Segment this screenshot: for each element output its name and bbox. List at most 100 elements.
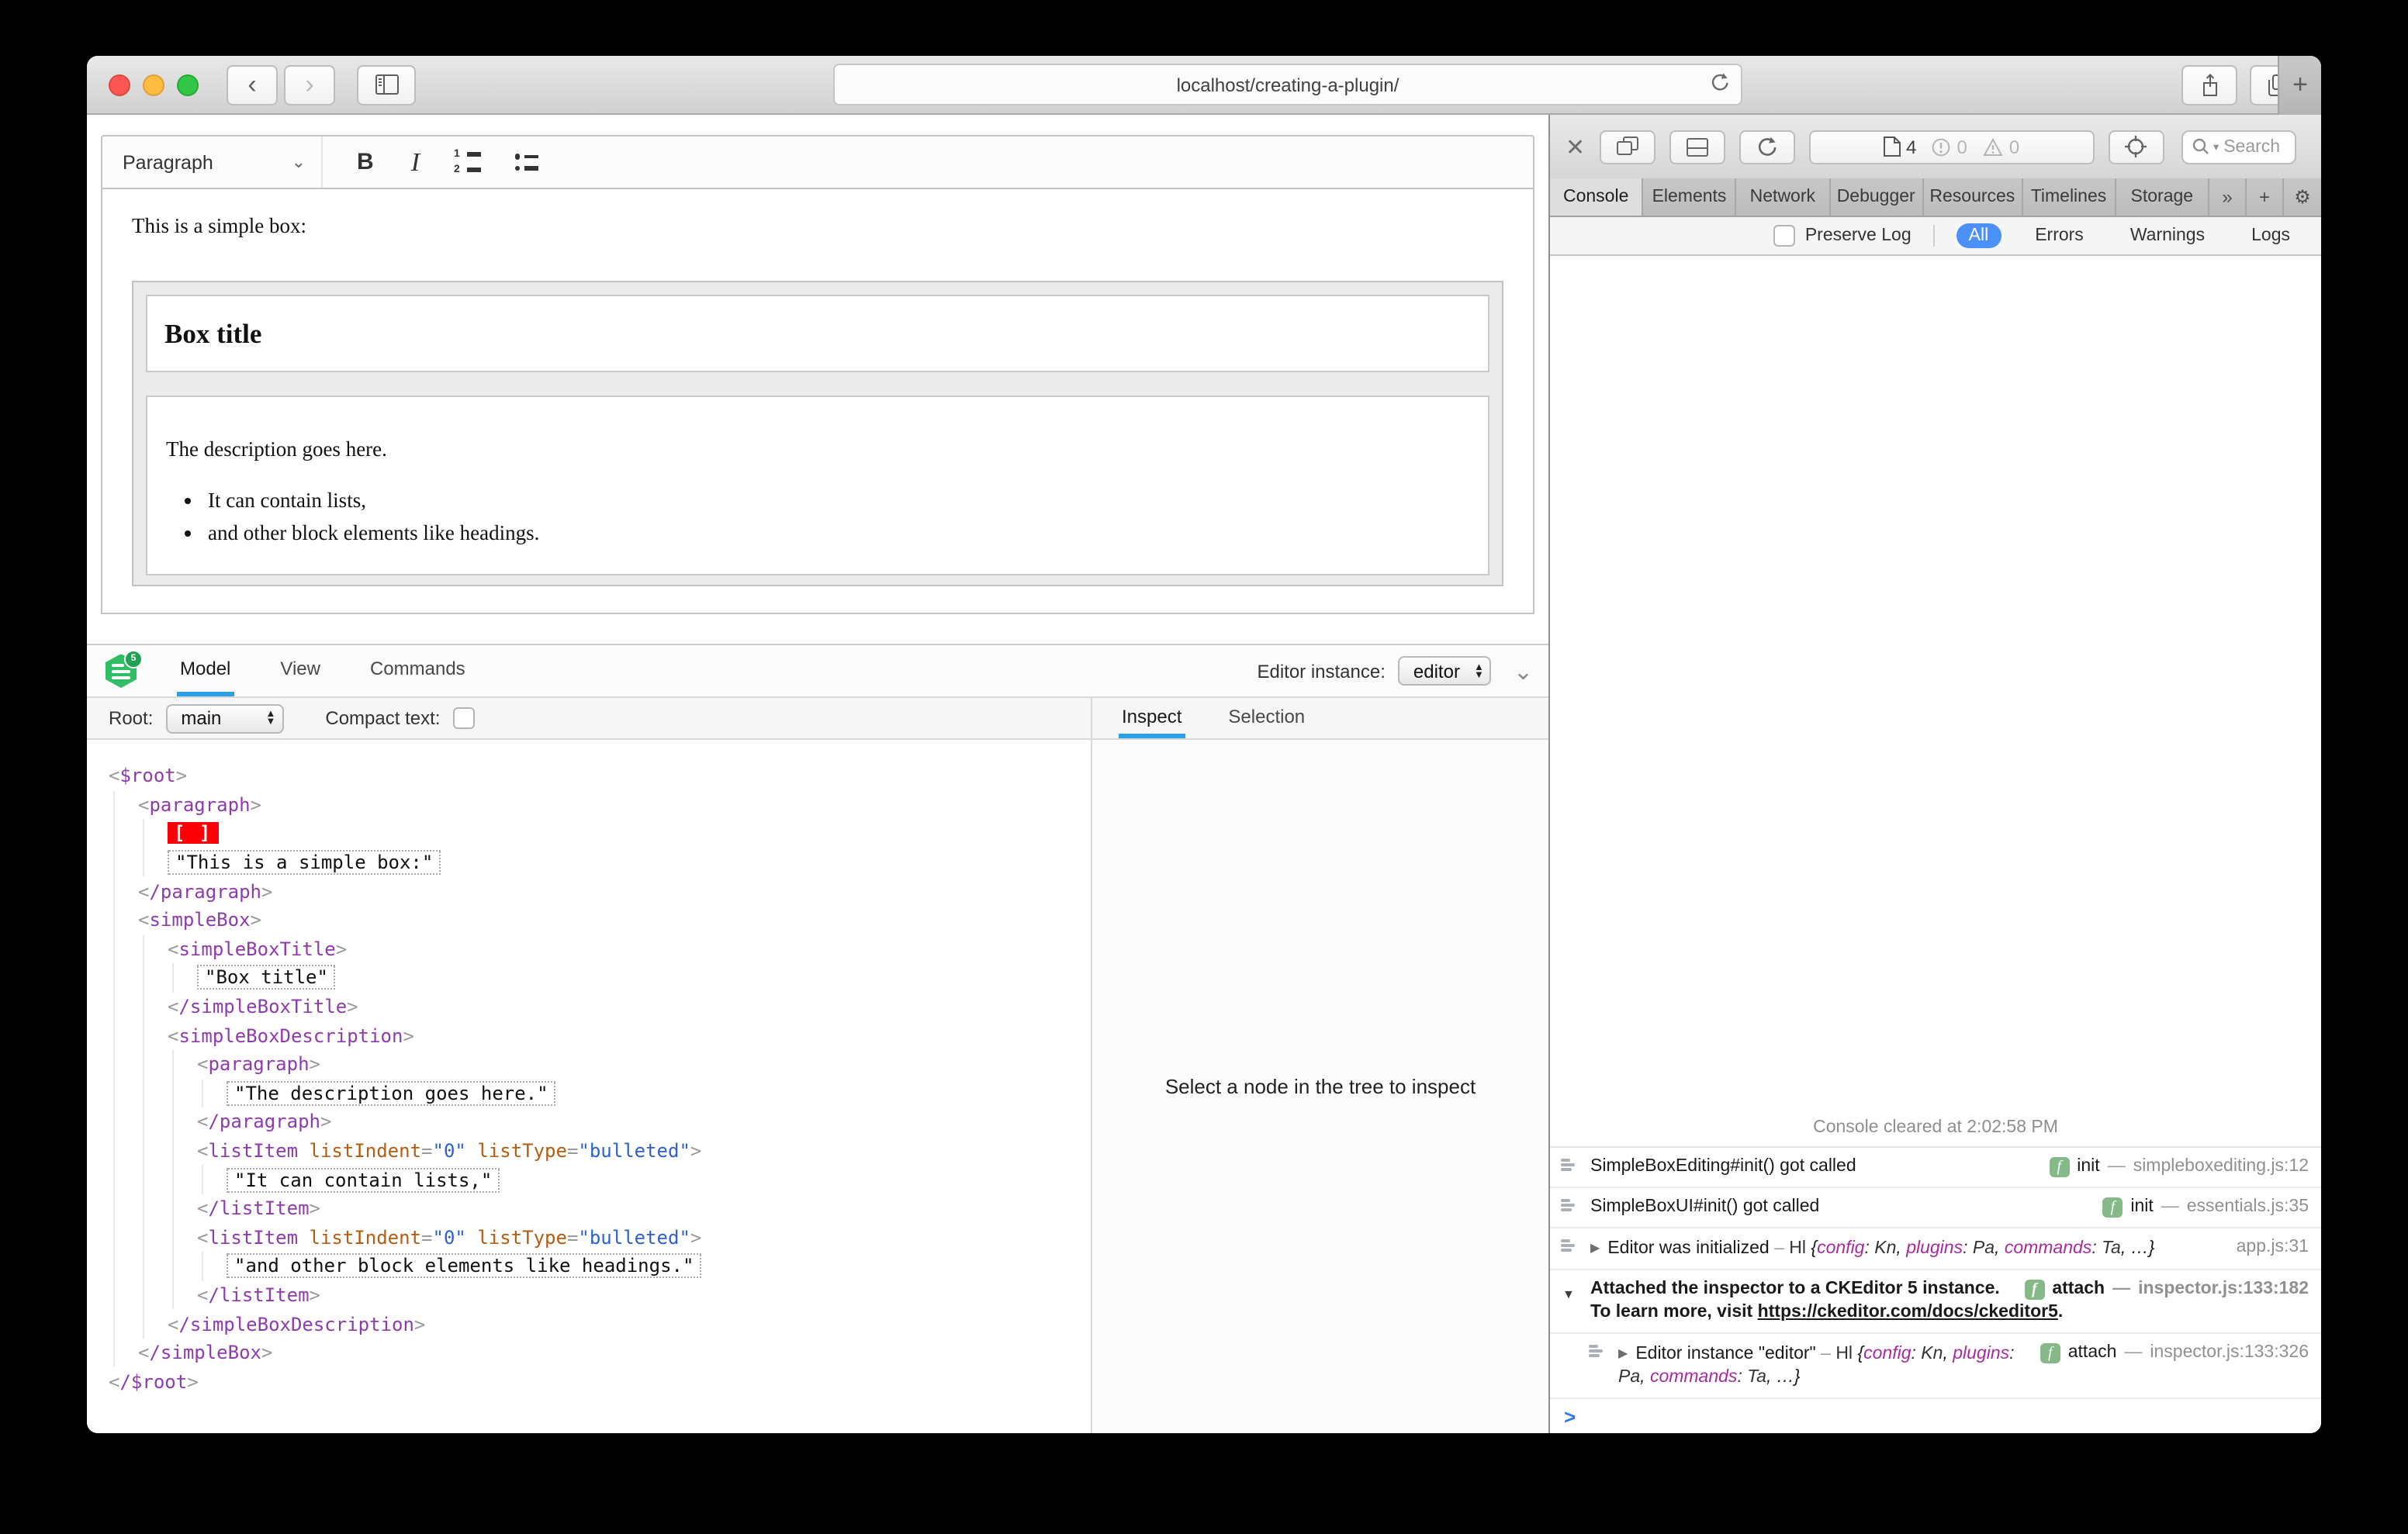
source-location-link[interactable]: app.js:31 — [2237, 1236, 2309, 1259]
collapse-inspector-icon[interactable]: ⌄ — [1514, 657, 1533, 685]
model-selection-marker[interactable]: [ ] — [109, 819, 1091, 848]
back-button[interactable]: ‹ — [227, 64, 278, 105]
inspector-tab-commands[interactable]: Commands — [367, 645, 469, 696]
model-tag-open[interactable]: < listItem listIndent = "0" listType = "bulle… — [109, 1223, 1091, 1252]
devtools-tab-debugger[interactable]: Debugger — [1830, 178, 1924, 216]
devtools-tab-elements[interactable]: Elements — [1643, 178, 1737, 216]
intro-paragraph[interactable]: This is a simple box: — [132, 214, 1503, 239]
console-prompt-row[interactable]: > — [1550, 1399, 2321, 1433]
dock-bottom-button[interactable] — [1669, 130, 1725, 164]
simple-box-widget[interactable]: Box title The description goes here. It … — [132, 281, 1503, 586]
console-message[interactable]: app.js:31 ▶ Editor was initialized – Hl {c… — [1550, 1228, 2321, 1270]
console-prompt-icon[interactable]: > — [1564, 1404, 1576, 1428]
indent-guide — [109, 1049, 197, 1080]
devtools-tab-console[interactable]: Console — [1550, 178, 1644, 216]
devtools-tab-storage[interactable]: Storage — [2116, 178, 2209, 216]
empty-inspect-message: Select a node in the tree to inspect — [1164, 1075, 1476, 1098]
italic-button[interactable]: I — [411, 147, 420, 178]
paragraph-style-dropdown[interactable]: Paragraph ⌄ — [102, 136, 323, 188]
reload-icon — [1711, 73, 1728, 91]
filter-warnings[interactable]: Warnings — [2118, 223, 2217, 248]
root-select[interactable]: main ▲ ▼ — [165, 703, 284, 733]
source-location-link[interactable]: inspector.js:133:326 — [2150, 1342, 2309, 1365]
model-tag-open[interactable]: < simpleBoxDescription > — [109, 1021, 1091, 1050]
reload-button[interactable] — [1710, 71, 1730, 95]
disclosure-closed-icon[interactable]: ▶ — [1618, 1346, 1628, 1360]
model-tag-close[interactable]: </simpleBoxTitle > — [109, 992, 1091, 1021]
list-item[interactable]: and other block elements like headings. — [208, 521, 1469, 546]
pane-tab-inspect[interactable]: Inspect — [1119, 698, 1185, 738]
model-text-node[interactable]: "This is a simple box:" — [109, 848, 1091, 877]
model-text-node[interactable]: "and other block elements like headings.… — [109, 1252, 1091, 1281]
model-tag-open[interactable]: < simpleBoxTitle > — [109, 935, 1091, 964]
model-text-node[interactable]: "Box title" — [109, 963, 1091, 993]
filter-errors[interactable]: Errors — [2022, 223, 2096, 248]
model-tag-close[interactable]: </$root > — [109, 1367, 1091, 1396]
model-tag-open[interactable]: < simpleBox > — [109, 905, 1091, 935]
reload-page-button[interactable] — [1739, 130, 1795, 164]
source-location-link[interactable]: essentials.js:35 — [2187, 1196, 2309, 1219]
compact-text-checkbox[interactable] — [452, 707, 475, 729]
minimize-window-button[interactable] — [143, 74, 164, 95]
console-message[interactable]: f attach — inspector.js:133:326 ▶ Editor ins… — [1550, 1334, 2321, 1399]
preserve-log-toggle[interactable]: Preserve Log — [1762, 225, 1912, 247]
sidebar-button[interactable] — [357, 64, 416, 105]
filter-all[interactable]: All — [1956, 223, 2001, 248]
dock-side-button[interactable] — [1599, 130, 1656, 164]
disclosure-open-icon[interactable]: ▼ — [1562, 1283, 1575, 1306]
console-message[interactable]: f init — simpleboxediting.js:12 SimpleBoxEd… — [1550, 1148, 2321, 1188]
settings-gear-icon[interactable]: ⚙ — [2284, 178, 2321, 216]
list-item[interactable]: It can contain lists, — [208, 489, 1469, 513]
model-tag-close[interactable]: </listItem > — [109, 1194, 1091, 1223]
box-title[interactable]: Box title — [146, 295, 1489, 372]
model-tag-close[interactable]: </listItem > — [109, 1280, 1091, 1310]
filter-logs[interactable]: Logs — [2239, 223, 2302, 248]
editor-content[interactable]: This is a simple box: Box title The desc… — [101, 189, 1534, 614]
editor-instance-select[interactable]: editor ▲ ▼ — [1397, 656, 1492, 686]
bulleted-list-button[interactable] — [514, 154, 539, 171]
bulleted-list-icon — [514, 154, 539, 159]
close-window-button[interactable] — [109, 74, 130, 95]
model-tag-close[interactable]: </simpleBoxDescription > — [109, 1309, 1091, 1339]
address-bar[interactable]: localhost/creating-a-plugin/ — [833, 64, 1742, 105]
model-tag-open[interactable]: < paragraph > — [109, 1049, 1091, 1080]
source-location-link[interactable]: simpleboxediting.js:12 — [2133, 1156, 2309, 1179]
devtools-tab-network[interactable]: Network — [1737, 178, 1831, 216]
model-text-node[interactable]: "The description goes here." — [109, 1079, 1091, 1108]
box-description[interactable]: The description goes here. It can contai… — [146, 396, 1489, 575]
new-tab-icon[interactable]: + — [2247, 178, 2284, 216]
inspector-search-field[interactable]: ▾ Search — [2181, 130, 2296, 164]
inspector-tab-view[interactable]: View — [277, 645, 323, 696]
model-tag-open[interactable]: < $root > — [109, 762, 1091, 790]
devtools-tab-resources[interactable]: Resources — [1923, 178, 2023, 216]
model-tag-open[interactable]: < paragraph > — [109, 790, 1091, 820]
console-message[interactable]: f attach — inspector.js:133:182 ▼ Attached t… — [1550, 1270, 2321, 1334]
model-tag-open[interactable]: < listItem listIndent = "0" listType = "bulle… — [109, 1136, 1091, 1166]
reload-icon — [1758, 136, 1776, 156]
model-text-node[interactable]: "It can contain lists," — [109, 1165, 1091, 1194]
close-inspector-button[interactable]: ✕ — [1566, 133, 1585, 161]
tab-overflow-icon[interactable]: » — [2209, 178, 2247, 216]
devtools-tab-timelines[interactable]: Timelines — [2022, 178, 2116, 216]
console-message[interactable]: f init — essentials.js:35 SimpleBoxUI#init(… — [1550, 1188, 2321, 1228]
bold-button[interactable]: B — [357, 149, 374, 175]
zoom-window-button[interactable] — [177, 74, 199, 95]
resource-badges[interactable]: 4 0 0 — [1808, 130, 2095, 164]
message-link[interactable]: https://ckeditor.com/docs/ckeditor5 — [1758, 1303, 2058, 1322]
indent-guide — [109, 1252, 227, 1281]
source-location-link[interactable]: inspector.js:133:182 — [2138, 1278, 2309, 1301]
inspector-tab-model[interactable]: Model — [177, 645, 234, 696]
pane-tab-selection[interactable]: Selection — [1225, 698, 1308, 738]
numbered-list-button[interactable]: 1 2 — [454, 148, 481, 174]
element-picker-button[interactable] — [2108, 130, 2164, 164]
new-tab-button[interactable]: + — [2278, 56, 2321, 115]
model-tag-close[interactable]: </simpleBox > — [109, 1338, 1091, 1367]
disclosure-closed-icon[interactable]: ▶ — [1590, 1241, 1600, 1255]
forward-button[interactable]: › — [284, 64, 335, 105]
description-paragraph[interactable]: The description goes here. — [166, 437, 1469, 462]
share-button[interactable] — [2181, 64, 2237, 105]
model-tag-close[interactable]: </paragraph > — [109, 1107, 1091, 1137]
preserve-log-checkbox[interactable] — [1773, 225, 1796, 247]
model-tag-close[interactable]: </paragraph > — [109, 876, 1091, 906]
box-list: It can contain lists, and other block ele… — [166, 489, 1469, 546]
